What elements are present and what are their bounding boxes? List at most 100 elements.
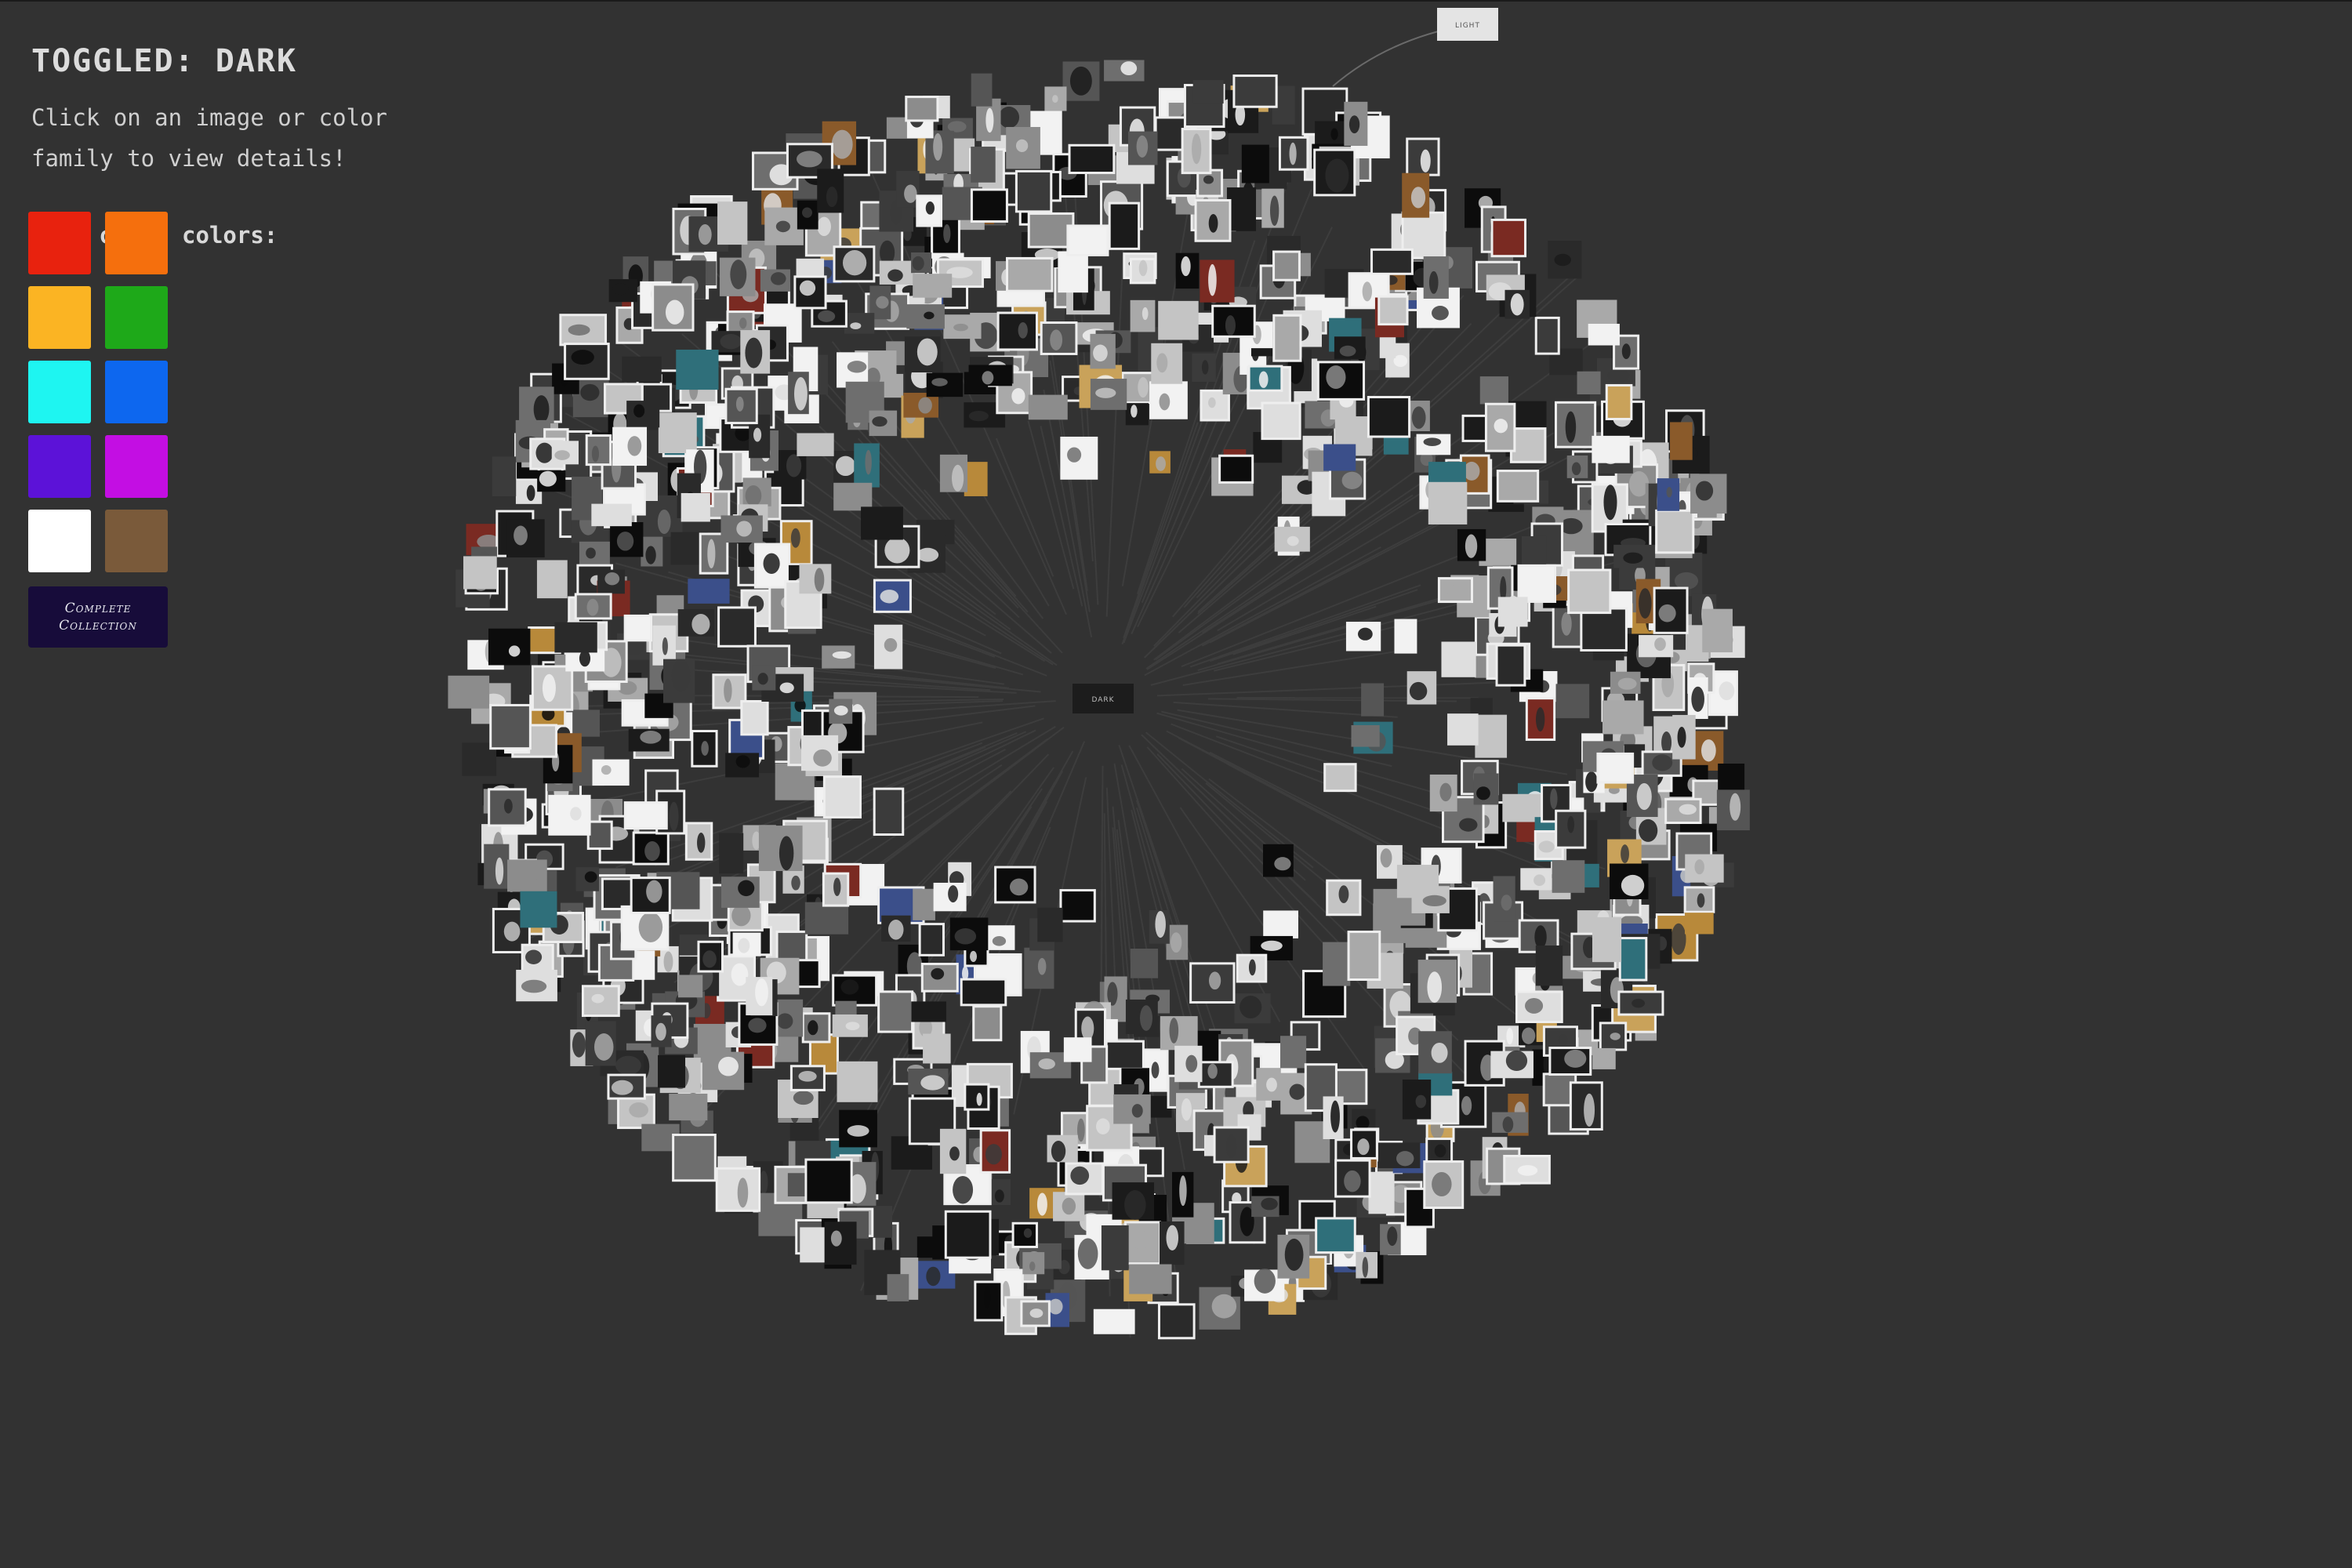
image-thumbnail[interactable] (1670, 422, 1693, 460)
image-thumbnail[interactable] (1535, 945, 1563, 986)
image-thumbnail[interactable] (837, 1061, 878, 1102)
image-thumbnail[interactable] (1105, 1040, 1145, 1070)
image-thumbnail[interactable] (1279, 1036, 1307, 1069)
image-thumbnail[interactable] (1157, 1303, 1196, 1340)
image-thumbnail[interactable] (652, 283, 695, 332)
image-thumbnail[interactable] (1263, 844, 1294, 877)
image-thumbnail[interactable] (717, 201, 748, 245)
image-thumbnail[interactable] (974, 1280, 1004, 1322)
image-thumbnail[interactable] (1592, 435, 1630, 463)
image-thumbnail[interactable] (623, 801, 668, 830)
image-thumbnail[interactable] (1361, 683, 1385, 717)
image-thumbnail[interactable] (1024, 947, 1054, 989)
image-thumbnail[interactable] (585, 1021, 616, 1066)
image-thumbnail[interactable] (1429, 774, 1457, 812)
image-thumbnail[interactable] (1534, 316, 1560, 355)
image-thumbnail[interactable] (1687, 677, 1708, 720)
image-thumbnail[interactable] (672, 1134, 717, 1182)
image-thumbnail[interactable] (1241, 144, 1269, 183)
image-thumbnail[interactable] (1525, 697, 1556, 741)
image-thumbnail[interactable] (1417, 960, 1457, 1004)
image-thumbnail[interactable] (1457, 528, 1486, 561)
image-thumbnail[interactable] (1175, 252, 1200, 289)
image-thumbnail[interactable] (833, 482, 873, 511)
image-thumbnail[interactable] (822, 872, 850, 907)
image-thumbnail[interactable] (1014, 169, 1053, 213)
image-thumbnail[interactable] (1044, 86, 1067, 111)
image-thumbnail[interactable] (1428, 481, 1468, 524)
image-thumbnail[interactable] (832, 1014, 868, 1037)
image-thumbnail[interactable] (904, 336, 941, 373)
image-thumbnail[interactable] (1344, 101, 1368, 147)
image-thumbnail[interactable] (537, 470, 566, 492)
image-thumbnail[interactable] (939, 1128, 967, 1174)
image-thumbnail[interactable] (949, 917, 989, 951)
image-thumbnail[interactable] (574, 593, 612, 620)
image-thumbnail[interactable] (854, 443, 880, 488)
image-thumbnail[interactable] (906, 304, 945, 329)
image-thumbnail[interactable] (565, 649, 605, 672)
image-thumbnail[interactable] (1685, 854, 1724, 883)
image-thumbnail[interactable] (630, 877, 671, 914)
image-thumbnail[interactable] (1323, 444, 1356, 471)
image-thumbnail[interactable] (1063, 1037, 1092, 1062)
image-thumbnail[interactable] (691, 730, 718, 768)
image-thumbnail[interactable] (918, 923, 945, 956)
image-thumbnail[interactable] (697, 940, 724, 973)
image-thumbnail[interactable] (943, 314, 982, 339)
image-thumbnail[interactable] (797, 200, 818, 230)
image-thumbnail[interactable] (913, 274, 953, 298)
image-thumbnail[interactable] (1610, 671, 1641, 694)
image-thumbnail[interactable] (933, 882, 967, 912)
image-thumbnail[interactable] (492, 456, 517, 496)
image-thumbnail[interactable] (1261, 401, 1301, 441)
image-thumbnail[interactable] (1418, 1031, 1452, 1074)
image-thumbnail[interactable] (905, 96, 939, 122)
image-thumbnail[interactable] (970, 188, 1008, 223)
image-thumbnail[interactable] (822, 775, 862, 818)
image-thumbnail[interactable] (971, 73, 993, 107)
image-thumbnail[interactable] (817, 169, 844, 213)
image-thumbnail[interactable] (1657, 478, 1680, 511)
image-thumbnail[interactable] (752, 665, 776, 691)
image-thumbnail[interactable] (1473, 773, 1499, 805)
image-thumbnail[interactable] (1716, 789, 1750, 831)
image-thumbnail[interactable] (1274, 526, 1310, 552)
image-thumbnail[interactable] (801, 735, 839, 771)
image-thumbnail[interactable] (1200, 260, 1235, 303)
image-thumbnail[interactable] (597, 569, 625, 594)
image-thumbnail[interactable] (1323, 763, 1357, 793)
image-thumbnail[interactable] (833, 245, 876, 283)
image-thumbnail[interactable] (531, 665, 574, 711)
image-thumbnail[interactable] (1160, 1016, 1198, 1051)
image-thumbnail[interactable] (559, 314, 608, 347)
image-thumbnail[interactable] (1108, 201, 1141, 250)
image-thumbnail[interactable] (1377, 1142, 1421, 1169)
image-thumbnail[interactable] (1441, 641, 1476, 677)
image-thumbnail[interactable] (968, 365, 1012, 387)
image-thumbnail[interactable] (1548, 1047, 1592, 1076)
image-thumbnail[interactable] (626, 401, 660, 428)
image-thumbnail[interactable] (581, 985, 620, 1018)
image-thumbnail[interactable] (1334, 1159, 1371, 1198)
image-thumbnail[interactable] (1129, 1264, 1172, 1294)
image-thumbnail[interactable] (1653, 586, 1689, 634)
image-thumbnail[interactable] (684, 822, 713, 861)
image-thumbnail[interactable] (1599, 1022, 1628, 1051)
image-thumbnail[interactable] (1040, 321, 1078, 355)
image-thumbnail[interactable] (746, 977, 773, 1016)
image-thumbnail[interactable] (1278, 136, 1309, 171)
image-thumbnail[interactable] (484, 844, 510, 889)
image-thumbnail[interactable] (1211, 304, 1256, 338)
image-thumbnail[interactable] (724, 387, 758, 425)
image-thumbnail[interactable] (1437, 577, 1473, 604)
image-thumbnail[interactable] (519, 387, 554, 423)
image-thumbnail[interactable] (1181, 128, 1212, 175)
image-thumbnail[interactable] (1261, 188, 1284, 228)
image-thumbnail[interactable] (1326, 879, 1362, 916)
image-thumbnail[interactable] (607, 1073, 646, 1100)
image-thumbnail[interactable] (742, 477, 771, 506)
image-thumbnail[interactable] (829, 699, 853, 724)
image-thumbnail[interactable] (1232, 74, 1278, 108)
image-thumbnail[interactable] (575, 867, 600, 891)
